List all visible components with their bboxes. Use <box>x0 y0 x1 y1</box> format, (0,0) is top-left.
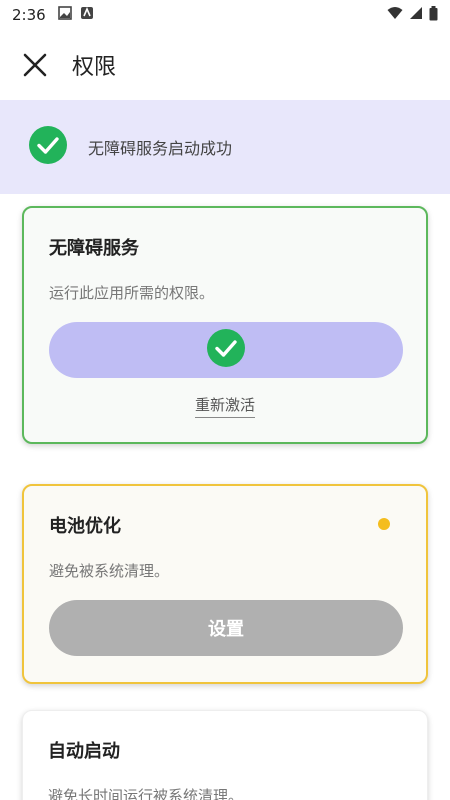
status-bar: 2:36 <box>0 0 450 30</box>
banner-text: 无障碍服务启动成功 <box>88 139 233 158</box>
battery-icon <box>429 5 438 25</box>
card-description: 运行此应用所需的权限。 <box>49 284 215 302</box>
page-title: 权限 <box>72 55 117 80</box>
wifi-icon <box>387 6 403 24</box>
success-banner: 无障碍服务启动成功 <box>0 100 450 194</box>
reactivate-link[interactable]: 重新激活 <box>194 396 255 418</box>
card-title: 电池优化 <box>49 516 121 537</box>
accessibility-granted-button[interactable] <box>49 322 403 378</box>
check-circle-icon <box>206 328 246 372</box>
settings-button[interactable]: 设置 <box>49 600 403 656</box>
app-bar: 权限 <box>0 30 450 100</box>
status-dot <box>378 518 390 530</box>
image-icon <box>57 6 72 24</box>
card-description: 避免长时间运行被系统清理。 <box>48 787 244 800</box>
card-description: 避免被系统清理。 <box>49 562 170 580</box>
reactivate-link-wrapper: 重新激活 <box>24 394 426 418</box>
status-time: 2:36 <box>12 6 46 24</box>
close-icon <box>23 53 47 77</box>
permission-card-autostart: 自动启动 避免长时间运行被系统清理。 <box>22 710 428 800</box>
permission-card-battery: 电池优化 避免被系统清理。 设置 <box>22 484 428 684</box>
check-circle-icon <box>28 125 68 169</box>
signal-icon <box>409 6 423 24</box>
permission-card-accessibility: 无障碍服务 运行此应用所需的权限。 重新激活 <box>22 206 428 444</box>
close-button[interactable] <box>20 50 50 80</box>
card-title: 无障碍服务 <box>49 238 139 259</box>
card-title: 自动启动 <box>48 741 120 762</box>
app-icon <box>80 6 94 24</box>
